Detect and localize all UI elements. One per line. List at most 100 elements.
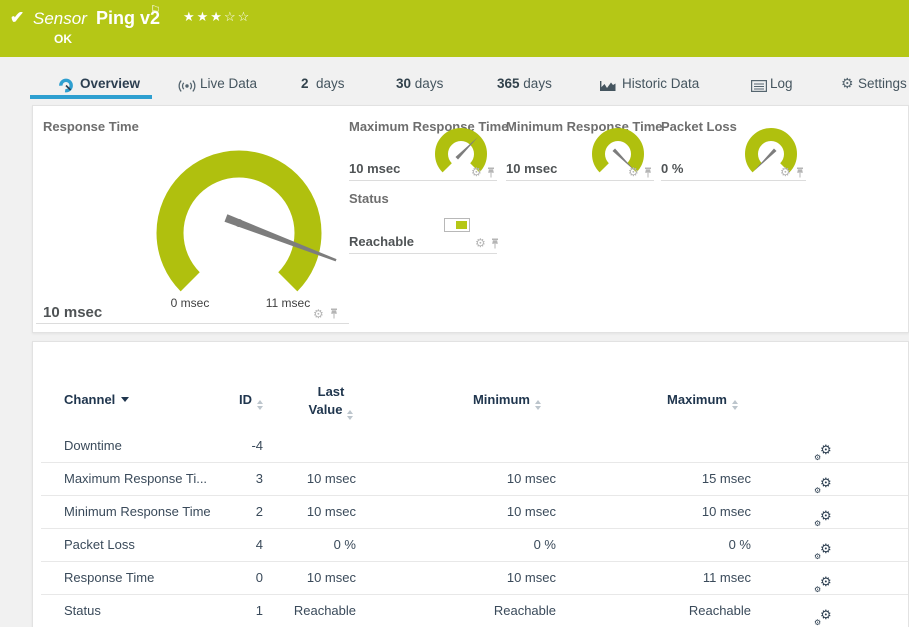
- flag-icon[interactable]: ⚐: [150, 3, 161, 17]
- status-toggle-indicator: [444, 218, 470, 232]
- sensor-status-text: OK: [54, 32, 72, 46]
- packet-loss-title: Packet Loss: [661, 119, 737, 134]
- column-header-id[interactable]: ID: [181, 392, 263, 410]
- column-header-last-label: Last: [318, 384, 345, 399]
- channel-table-panel: Channel ID Last Value Minimum Maximum Dow…: [32, 341, 909, 627]
- channel-gear-icon[interactable]: ⚙: [628, 166, 639, 178]
- tab-2-days-number: 2: [301, 76, 309, 91]
- sort-icon: [732, 400, 738, 410]
- channel-pin-icon[interactable]: [643, 167, 653, 178]
- stars-empty[interactable]: ☆☆: [224, 9, 251, 24]
- cell-minimum: 10 msec: [421, 562, 556, 594]
- tab-365-days-unit: days: [523, 76, 552, 91]
- column-header-minimum-label: Minimum: [473, 392, 530, 407]
- cell-last-value: 0 %: [246, 529, 356, 561]
- table-row-max-response-time: Maximum Response Ti... 3 10 msec 10 msec…: [41, 463, 908, 496]
- sensor-page: ✔ Sensor Ping v2 ⚐ ★★★☆☆ OK Overview Liv…: [0, 0, 909, 627]
- divider: [349, 180, 497, 181]
- table-row-response-time: Response Time 0 10 msec 10 msec 11 msec …: [41, 562, 908, 595]
- sensor-header: ✔ Sensor Ping v2 ⚐ ★★★☆☆ OK: [0, 0, 909, 57]
- channel-settings-gears-icon[interactable]: ⚙⚙: [813, 529, 837, 561]
- column-header-maximum[interactable]: Maximum: [616, 392, 738, 410]
- channel-pin-icon[interactable]: [329, 308, 339, 319]
- cell-minimum: 10 msec: [421, 463, 556, 495]
- packet-loss-value: 0 %: [661, 161, 683, 176]
- tab-30-days-number: 30: [396, 76, 411, 91]
- divider: [506, 180, 654, 181]
- tab-settings[interactable]: Settings: [858, 76, 907, 91]
- response-time-gauge: [129, 136, 349, 296]
- channel-gear-icon[interactable]: ⚙: [471, 166, 482, 178]
- sort-desc-icon: [121, 397, 129, 402]
- status-ok-check-icon: ✔: [10, 8, 24, 28]
- divider: [349, 253, 497, 254]
- tab-30-days-unit: days: [415, 76, 444, 91]
- sort-icon: [347, 410, 353, 420]
- tab-365-days[interactable]: 365 days: [497, 76, 552, 91]
- cell-maximum: 15 msec: [616, 463, 751, 495]
- priority-stars[interactable]: ★★★☆☆: [183, 9, 251, 25]
- tab-live-data[interactable]: Live Data: [200, 76, 257, 91]
- active-tab-underline: [30, 95, 152, 99]
- channel-pin-icon[interactable]: [490, 238, 500, 249]
- channel-settings-gears-icon[interactable]: ⚙⚙: [813, 496, 837, 528]
- status-toggle-knob: [456, 221, 467, 229]
- column-header-minimum[interactable]: Minimum: [421, 392, 541, 410]
- status-title: Status: [349, 191, 389, 206]
- cell-last-value: 10 msec: [246, 496, 356, 528]
- log-list-icon: [751, 80, 767, 92]
- cell-last-value: 10 msec: [246, 562, 356, 594]
- column-header-channel-label: Channel: [64, 392, 115, 407]
- divider: [661, 180, 806, 181]
- min-response-time-block: Minimum Response Time 10 msec ⚙: [506, 114, 654, 182]
- table-row-status: Status 1 Reachable Reachable Reachable ⚙…: [41, 595, 908, 627]
- cell-maximum: 0 %: [616, 529, 751, 561]
- column-header-channel[interactable]: Channel: [64, 392, 129, 407]
- min-response-time-value: 10 msec: [506, 161, 557, 176]
- table-row-downtime: Downtime -4 ⚙⚙: [41, 430, 908, 463]
- channel-gear-icon[interactable]: ⚙: [780, 166, 791, 178]
- cell-maximum: Reachable: [616, 595, 751, 627]
- cell-last-value: Reachable: [246, 595, 356, 627]
- divider: [36, 323, 349, 324]
- tab-overview[interactable]: Overview: [80, 76, 140, 91]
- overview-gauge-icon: [58, 77, 74, 93]
- channel-pin-icon[interactable]: [486, 167, 496, 178]
- cell-id: -4: [181, 430, 263, 462]
- table-body: Downtime -4 ⚙⚙ Maximum Response Ti... 3 …: [41, 430, 908, 627]
- column-header-id-label: ID: [239, 392, 252, 407]
- stars-filled[interactable]: ★★★: [183, 9, 224, 24]
- max-response-time-value: 10 msec: [349, 161, 400, 176]
- historic-data-chart-icon: [600, 79, 616, 92]
- tab-30-days[interactable]: 30 days: [396, 76, 443, 91]
- channel-pin-icon[interactable]: [795, 167, 805, 178]
- channel-settings-gears-icon[interactable]: ⚙⚙: [813, 595, 837, 627]
- status-block: Status Reachable ⚙: [349, 186, 497, 254]
- column-header-maximum-label: Maximum: [667, 392, 727, 407]
- packet-loss-block: Packet Loss 0 % ⚙: [661, 114, 806, 182]
- channel-settings-gears-icon[interactable]: ⚙⚙: [813, 463, 837, 495]
- gauge-scale-min-label: 0 msec: [160, 296, 220, 310]
- tab-log[interactable]: Log: [770, 76, 793, 91]
- channel-settings-gears-icon[interactable]: ⚙⚙: [813, 562, 837, 594]
- response-time-gauge-title: Response Time: [43, 119, 139, 134]
- channel-gear-icon[interactable]: ⚙: [313, 308, 324, 320]
- cell-last-value: 10 msec: [246, 463, 356, 495]
- tab-bar: Overview Live Data 2 days 30 days 365 da…: [0, 57, 909, 105]
- live-data-broadcast-icon: [177, 79, 197, 93]
- response-time-value: 10 msec: [43, 304, 102, 321]
- cell-minimum: 0 %: [421, 529, 556, 561]
- tab-365-days-number: 365: [497, 76, 520, 91]
- cell-minimum: 10 msec: [421, 496, 556, 528]
- tab-2-days-unit: days: [316, 76, 345, 91]
- settings-gear-icon: ⚙: [841, 75, 854, 92]
- column-header-last-value[interactable]: Last Value: [276, 383, 386, 420]
- max-response-time-block: Maximum Response Time 10 msec ⚙: [349, 114, 497, 182]
- cell-maximum: 11 msec: [616, 562, 751, 594]
- tab-2-days[interactable]: 2 days: [301, 76, 345, 91]
- tab-historic-data[interactable]: Historic Data: [622, 76, 699, 91]
- column-header-value-label: Value: [309, 402, 343, 417]
- cell-maximum: 10 msec: [616, 496, 751, 528]
- channel-settings-gears-icon[interactable]: ⚙⚙: [813, 430, 837, 462]
- channel-gear-icon[interactable]: ⚙: [475, 237, 486, 249]
